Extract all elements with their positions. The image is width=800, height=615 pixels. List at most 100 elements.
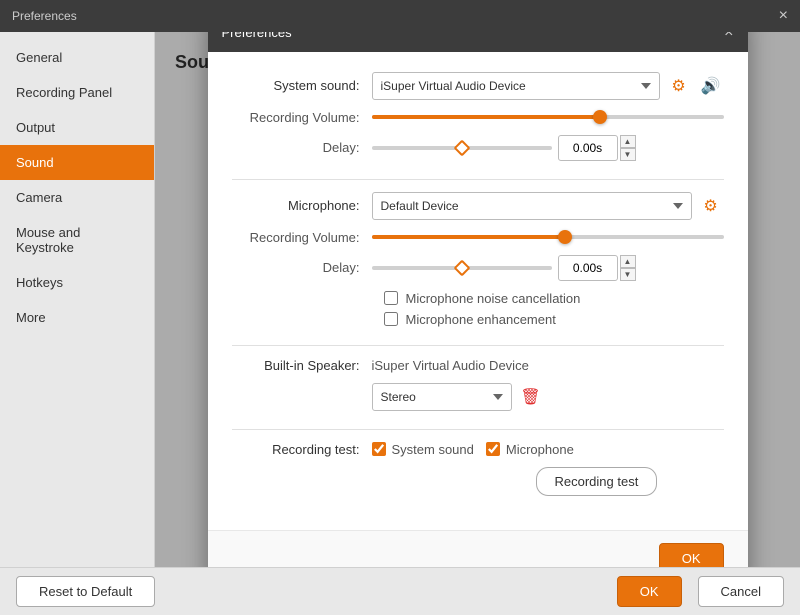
recording-test-microphone-checkbox[interactable] <box>486 442 500 456</box>
mic-delay-up-button[interactable]: ▲ <box>620 255 636 268</box>
title-bar: Preferences × <box>0 0 800 32</box>
recording-test-system-sound-text: System sound <box>392 442 474 457</box>
sidebar-item-general[interactable]: General <box>0 40 154 75</box>
bottom-bar: Reset to Default OK Cancel <box>0 567 800 615</box>
dialog-ok-button[interactable]: OK <box>659 543 724 568</box>
reset-to-default-button[interactable]: Reset to Default <box>16 576 155 607</box>
system-delay-input[interactable] <box>558 135 618 161</box>
system-volume-slider-wrapper <box>372 115 724 119</box>
builtin-speaker-row: Built-in Speaker: iSuper Virtual Audio D… <box>232 358 724 373</box>
enhancement-row: Microphone enhancement <box>232 312 724 327</box>
noise-cancellation-checkbox[interactable] <box>384 291 398 305</box>
right-panel: Sound Preferences × System sound: <box>155 32 800 567</box>
sidebar-item-sound[interactable]: Sound <box>0 145 154 180</box>
system-sound-settings-icon[interactable]: ⚙ <box>666 73 692 99</box>
mic-delay-track[interactable] <box>372 266 552 270</box>
mic-volume-slider-wrapper <box>372 235 724 239</box>
system-volume-row: Recording Volume: <box>232 110 724 125</box>
recording-test-section: Recording test: System sound Microphone <box>232 442 724 496</box>
microphone-section: Microphone: Default Device None ⚙ <box>232 192 724 327</box>
separator-1 <box>232 179 724 180</box>
mic-volume-row: Recording Volume: <box>232 230 724 245</box>
noise-cancellation-row: Microphone noise cancellation <box>232 291 724 306</box>
sidebar: General Recording Panel Output Sound Cam… <box>0 32 155 567</box>
system-delay-down-button[interactable]: ▼ <box>620 148 636 161</box>
preferences-dialog: Preferences × System sound: iSuper Virtu <box>208 32 748 567</box>
sidebar-item-output[interactable]: Output <box>0 110 154 145</box>
builtin-speaker-value: iSuper Virtual Audio Device <box>372 358 529 373</box>
builtin-speaker-label: Built-in Speaker: <box>232 358 372 373</box>
dialog-close-button[interactable]: × <box>724 32 733 42</box>
recording-test-button[interactable]: Recording test <box>536 467 658 496</box>
system-sound-speaker-icon[interactable]: 🔊 <box>698 73 724 99</box>
system-delay-row: Delay: ▲ ▼ <box>232 135 724 161</box>
microphone-label: Microphone: <box>232 198 372 213</box>
stereo-row: Stereo Mono 🗑 <box>232 383 724 411</box>
system-delay-up-button[interactable]: ▲ <box>620 135 636 148</box>
system-delay-thumb[interactable] <box>453 139 470 156</box>
recording-test-checks: System sound Microphone <box>372 442 574 457</box>
system-sound-dropdown-wrapper: iSuper Virtual Audio Device Default Devi… <box>372 72 724 100</box>
mic-delay-row: Delay: ▲ ▼ <box>232 255 724 281</box>
mic-volume-fill <box>372 235 566 239</box>
noise-cancellation-label: Microphone noise cancellation <box>406 291 581 306</box>
system-sound-select[interactable]: iSuper Virtual Audio Device Default Devi… <box>372 72 660 100</box>
mic-volume-label: Recording Volume: <box>232 230 372 245</box>
microphone-row: Microphone: Default Device None ⚙ <box>232 192 724 220</box>
dialog-body: System sound: iSuper Virtual Audio Devic… <box>208 52 748 530</box>
mic-delay-thumb[interactable] <box>453 259 470 276</box>
microphone-settings-icon[interactable]: ⚙ <box>698 193 724 219</box>
mic-volume-track[interactable] <box>372 235 724 239</box>
recording-test-label-row: Recording test: System sound Microphone <box>232 442 724 457</box>
app-title: Preferences <box>12 9 77 23</box>
stereo-delete-icon[interactable]: 🗑 <box>518 384 544 410</box>
recording-test-label: Recording test: <box>232 442 372 457</box>
main-content: General Recording Panel Output Sound Cam… <box>0 32 800 567</box>
microphone-dropdown-wrapper: Default Device None ⚙ <box>372 192 724 220</box>
recording-test-microphone-text: Microphone <box>506 442 574 457</box>
mic-delay-spinners: ▲ ▼ <box>620 255 636 281</box>
sidebar-item-recording-panel[interactable]: Recording Panel <box>0 75 154 110</box>
mic-delay-input-wrapper: ▲ ▼ <box>372 255 636 281</box>
app-window: Preferences × General Recording Panel Ou… <box>0 0 800 615</box>
system-sound-label: System sound: <box>232 78 372 93</box>
modal-overlay: Preferences × System sound: iSuper Virtu <box>155 32 800 567</box>
sidebar-item-camera[interactable]: Camera <box>0 180 154 215</box>
recording-test-button-wrapper: Recording test <box>232 467 724 496</box>
stereo-select[interactable]: Stereo Mono <box>372 383 512 411</box>
app-close-button[interactable]: × <box>779 8 788 24</box>
mic-delay-down-button[interactable]: ▼ <box>620 268 636 281</box>
system-delay-input-wrapper: ▲ ▼ <box>372 135 636 161</box>
recording-test-system-sound-checkbox[interactable] <box>372 442 386 456</box>
dialog-title: Preferences <box>222 32 292 40</box>
system-volume-thumb[interactable] <box>593 110 607 124</box>
system-delay-spinners: ▲ ▼ <box>620 135 636 161</box>
separator-3 <box>232 429 724 430</box>
dialog-footer: OK <box>208 530 748 568</box>
system-sound-check-label[interactable]: System sound <box>372 442 474 457</box>
sidebar-item-hotkeys[interactable]: Hotkeys <box>0 265 154 300</box>
system-volume-fill <box>372 115 601 119</box>
microphone-select[interactable]: Default Device None <box>372 192 692 220</box>
sidebar-item-mouse-keystroke[interactable]: Mouse and Keystroke <box>0 215 154 265</box>
system-volume-track[interactable] <box>372 115 724 119</box>
system-sound-section: System sound: iSuper Virtual Audio Devic… <box>232 72 724 161</box>
ok-button[interactable]: OK <box>617 576 682 607</box>
separator-2 <box>232 345 724 346</box>
bottom-bar-right: OK Cancel <box>617 576 784 607</box>
system-delay-label: Delay: <box>232 140 372 155</box>
system-volume-label: Recording Volume: <box>232 110 372 125</box>
mic-delay-input[interactable] <box>558 255 618 281</box>
enhancement-checkbox[interactable] <box>384 312 398 326</box>
stereo-dropdown-wrapper: Stereo Mono 🗑 <box>372 383 724 411</box>
microphone-check-label[interactable]: Microphone <box>486 442 574 457</box>
mic-delay-label: Delay: <box>232 260 372 275</box>
mic-volume-thumb[interactable] <box>558 230 572 244</box>
builtin-speaker-section: Built-in Speaker: iSuper Virtual Audio D… <box>232 358 724 411</box>
cancel-button[interactable]: Cancel <box>698 576 784 607</box>
dialog-title-bar: Preferences × <box>208 32 748 52</box>
system-delay-track[interactable] <box>372 146 552 150</box>
sidebar-item-more[interactable]: More <box>0 300 154 335</box>
enhancement-label: Microphone enhancement <box>406 312 556 327</box>
system-sound-row: System sound: iSuper Virtual Audio Devic… <box>232 72 724 100</box>
